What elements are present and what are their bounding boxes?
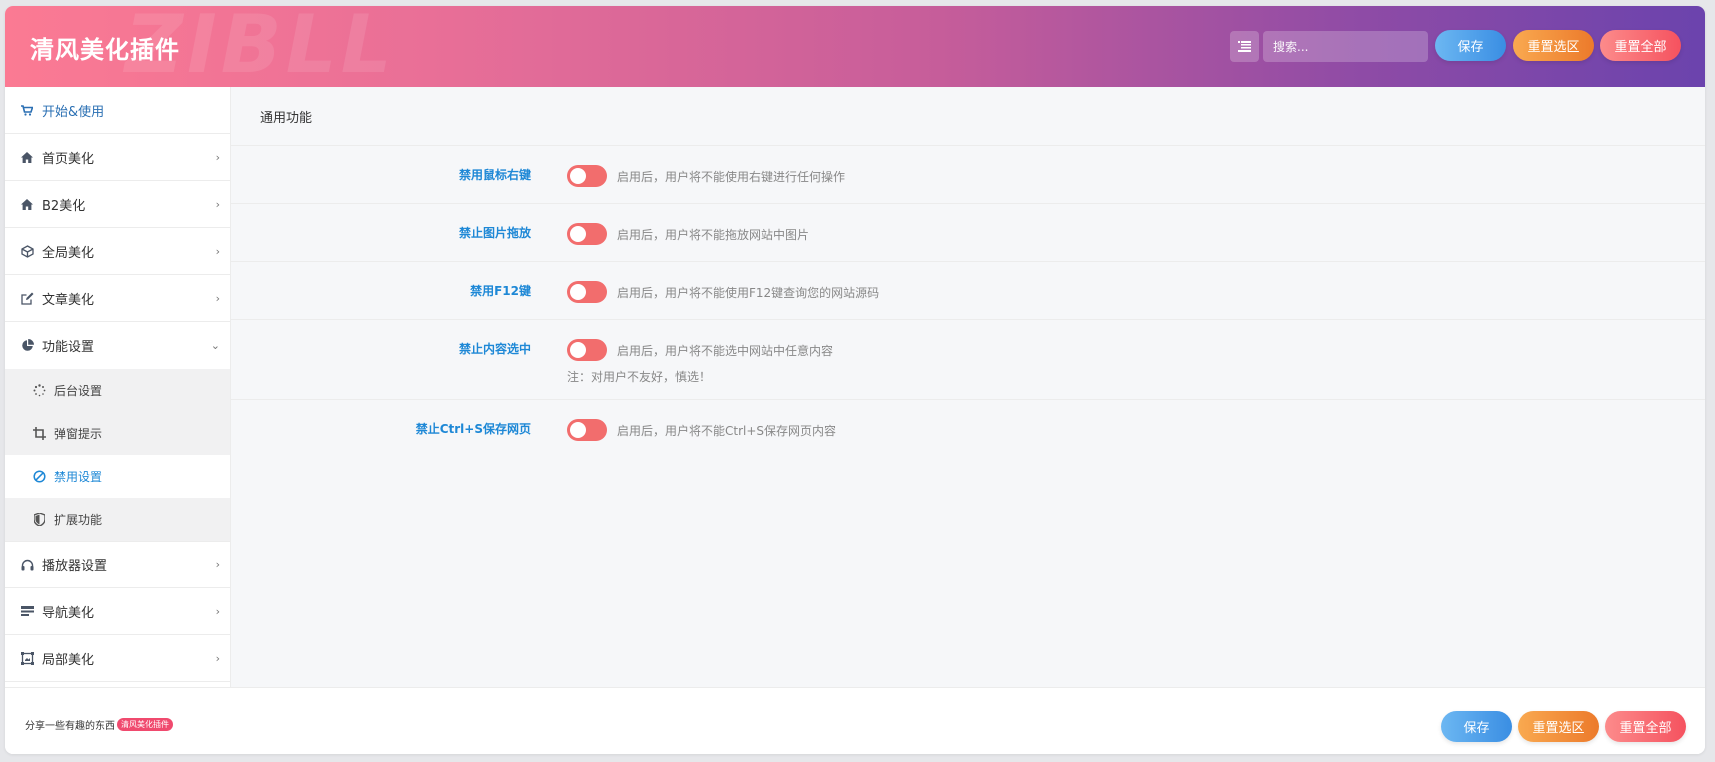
- sidebar-item-player-settings[interactable]: 播放器设置 ›: [5, 541, 230, 588]
- chevron-right-icon: ›: [215, 244, 220, 258]
- headphones-icon: [20, 558, 34, 572]
- sidebar-item-b2-beautify[interactable]: B2美化 ›: [5, 181, 230, 228]
- nav-bars-icon: [20, 604, 34, 618]
- setting-label: 禁用F12键: [470, 284, 531, 298]
- toggle-switch[interactable]: [567, 419, 607, 441]
- plugin-badge[interactable]: 清风美化插件: [117, 718, 173, 731]
- setting-description: 启用后，用户将不能拖放网站中图片: [617, 228, 810, 242]
- cart-icon: [20, 103, 34, 117]
- setting-description: 启用后，用户将不能选中网站中任意内容: [617, 344, 834, 358]
- sidebar-item-label: 文章美化: [42, 292, 95, 308]
- footer-reset-all-button[interactable]: 重置全部: [1605, 711, 1686, 742]
- footer-reset-section-button[interactable]: 重置选区: [1518, 711, 1599, 742]
- sidebar-subitem-disable-settings[interactable]: 禁用设置: [5, 455, 230, 498]
- toggle-switch[interactable]: [567, 339, 607, 361]
- sidebar-subitem-label: 弹窗提示: [54, 427, 103, 441]
- sidebar-subitem-label: 扩展功能: [54, 513, 103, 527]
- setting-note: 注：对用户不友好，慎选！: [567, 370, 712, 384]
- crop-icon: [32, 427, 46, 441]
- sidebar-subitem-extensions[interactable]: 扩展功能: [5, 498, 230, 541]
- app-title: 清风美化插件: [30, 36, 180, 64]
- setting-row-disable-selection: 禁止内容选中 启用后，用户将不能选中网站中任意内容 注：对用户不友好，慎选！: [231, 320, 1705, 400]
- chevron-right-icon: ›: [215, 197, 220, 211]
- pie-chart-icon: [20, 339, 34, 353]
- toggle-switch[interactable]: [567, 281, 607, 303]
- toggle-knob: [570, 342, 586, 358]
- chevron-right-icon: ›: [215, 604, 220, 618]
- sidebar-item-label: 首页美化: [42, 151, 95, 167]
- settings-panel: 通用功能 禁用鼠标右键 启用后，用户将不能使用右键进行任何操作 禁止图片拖放 启…: [231, 87, 1705, 687]
- setting-row-disable-image-drag: 禁止图片拖放 启用后，用户将不能拖放网站中图片: [231, 204, 1705, 262]
- sidebar-item-label: 导航美化: [42, 605, 95, 621]
- toggle-switch[interactable]: [567, 165, 607, 187]
- reset-section-button[interactable]: 重置选区: [1513, 30, 1594, 61]
- search-input[interactable]: [1263, 31, 1428, 62]
- toggle-switch[interactable]: [567, 223, 607, 245]
- setting-row-disable-right-click: 禁用鼠标右键 启用后，用户将不能使用右键进行任何操作: [231, 146, 1705, 204]
- expand-toggle-button[interactable]: [1230, 31, 1259, 62]
- home-icon: [20, 197, 34, 211]
- setting-label: 禁止Ctrl+S保存网页: [415, 422, 531, 436]
- sidebar-item-article-beautify[interactable]: 文章美化 ›: [5, 275, 230, 322]
- app-frame: ZIBLL 清风美化插件 保存 重置选区 重置全部 开始&使用 首页美化 ›: [5, 6, 1705, 754]
- sidebar-subitem-backend-settings[interactable]: 后台设置: [5, 369, 230, 412]
- sidebar-item-global-beautify[interactable]: 全局美化 ›: [5, 228, 230, 275]
- setting-row-disable-f12: 禁用F12键 启用后，用户将不能使用F12键查询您的网站源码: [231, 262, 1705, 320]
- toggle-knob: [570, 422, 586, 438]
- sidebar-item-label: 播放器设置: [42, 559, 108, 574]
- chevron-down-icon: ⌄: [210, 339, 220, 352]
- save-button[interactable]: 保存: [1435, 30, 1506, 61]
- setting-label: 禁止内容选中: [458, 342, 531, 356]
- sidebar-item-function-settings[interactable]: 功能设置 ⌄: [5, 322, 230, 369]
- sidebar-item-start[interactable]: 开始&使用: [5, 87, 230, 134]
- sidebar-item-label: 功能设置: [42, 340, 95, 355]
- sidebar-item-label: 全局美化: [42, 245, 95, 261]
- section-title: 通用功能: [231, 87, 1705, 146]
- setting-description: 启用后，用户将不能使用F12键查询您的网站源码: [617, 286, 880, 300]
- chevron-right-icon: ›: [215, 558, 220, 571]
- sidebar-subitem-label: 后台设置: [54, 384, 103, 398]
- sidebar-subitem-label: 禁用设置: [54, 470, 103, 484]
- sidebar-item-partial-beautify[interactable]: 局部美化 ›: [5, 635, 230, 682]
- footer-bar: 分享一些有趣的东西 清风美化插件 保存 重置选区 重置全部: [5, 687, 1705, 754]
- edit-icon: [20, 291, 34, 305]
- setting-label: 禁用鼠标右键: [458, 168, 531, 182]
- home-icon: [20, 150, 34, 164]
- shield-icon: [32, 513, 46, 527]
- spinner-icon: [32, 384, 46, 398]
- sidebar-item-label: B2美化: [42, 198, 86, 214]
- ban-icon: [32, 470, 46, 484]
- sidebar-item-label: 局部美化: [42, 652, 95, 668]
- frame-icon: [20, 651, 34, 665]
- footer-credit: 分享一些有趣的东西 清风美化插件: [25, 717, 173, 732]
- credit-text: 分享一些有趣的东西: [25, 721, 115, 732]
- sidebar-item-nav-beautify[interactable]: 导航美化 ›: [5, 588, 230, 635]
- setting-description: 启用后，用户将不能使用右键进行任何操作: [617, 170, 846, 184]
- list-icon: [1238, 37, 1251, 56]
- reset-all-button[interactable]: 重置全部: [1600, 30, 1681, 61]
- cube-icon: [20, 244, 34, 258]
- chevron-right-icon: ›: [215, 651, 220, 665]
- setting-label: 禁止图片拖放: [458, 226, 531, 240]
- setting-description: 启用后，用户将不能Ctrl+S保存网页内容: [617, 424, 837, 438]
- toggle-knob: [570, 168, 586, 184]
- toggle-knob: [570, 226, 586, 242]
- sidebar-subitem-popup-tips[interactable]: 弹窗提示: [5, 412, 230, 455]
- sidebar-item-home-beautify[interactable]: 首页美化 ›: [5, 134, 230, 181]
- chevron-right-icon: ›: [215, 291, 220, 305]
- chevron-right-icon: ›: [215, 150, 220, 164]
- sidebar-item-label: 开始&使用: [42, 104, 105, 120]
- setting-row-disable-ctrl-s: 禁止Ctrl+S保存网页 启用后，用户将不能Ctrl+S保存网页内容: [231, 400, 1705, 458]
- footer-save-button[interactable]: 保存: [1441, 711, 1512, 742]
- toggle-knob: [570, 284, 586, 300]
- sidebar: 开始&使用 首页美化 › B2美化 › 全局美化 › 文章美化 › 功能设置 ⌄…: [5, 87, 231, 687]
- header-bar: ZIBLL 清风美化插件 保存 重置选区 重置全部: [5, 6, 1705, 87]
